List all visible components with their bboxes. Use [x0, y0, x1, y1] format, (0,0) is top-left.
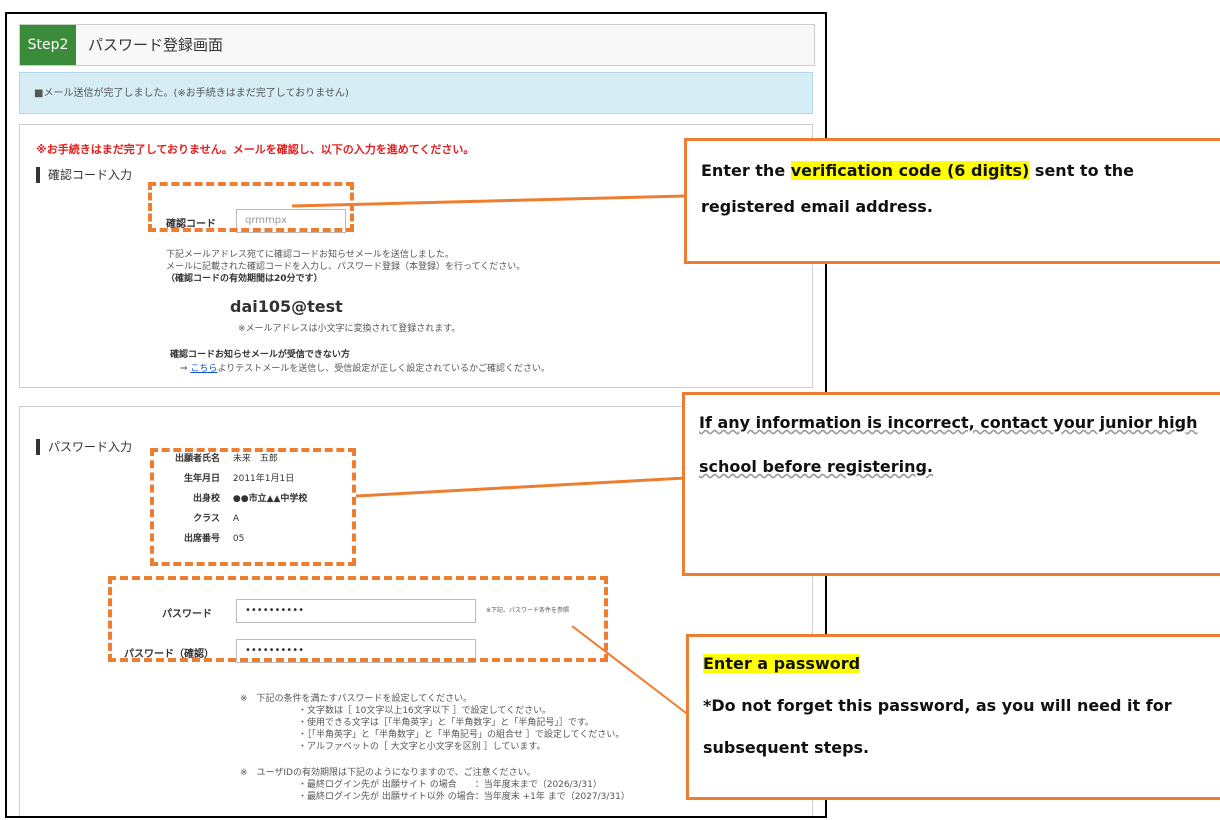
help-title: 確認コードお知らせメールが受信できない方 [170, 350, 350, 360]
incomplete-warning: ※お手続きはまだ完了しておりません。メールを確認し、以下の入力を進めてください。 [36, 143, 475, 156]
password-condition: ・アルファベットの［ 大文字と小文字を区別 ］しています。 [298, 742, 546, 752]
password-conditions-intro: ※ 下記の条件を満たすパスワードを設定してください。 [240, 694, 473, 704]
verification-section-title: 確認コード入力 [36, 167, 132, 183]
password-section-title: パスワード入力 [36, 439, 132, 455]
mail-sent-notice: ■メール送信が完了しました。(※お手続きはまだ完了しておりません) [19, 72, 813, 114]
callout-text: Enter the [701, 161, 791, 180]
callout-text: *Do not forget this password, as you wil… [703, 696, 1172, 757]
step-badge: Step2 [20, 25, 76, 65]
expiry-intro: ※ ユーザIDの有効期限は下記のようになりますので、ご注意ください。 [240, 768, 536, 778]
password-condition: ・文字数は［ 10文字以上16文字以下 ］で設定してください。 [298, 706, 552, 716]
help-arrow: ⇒ [180, 364, 188, 374]
password-condition: ・［「半角英字」と「半角数字」と「半角記号」の組合せ ］で設定してください。 [298, 730, 625, 740]
help-line: ⇒ こちらよりテストメールを送信し、受信設定が正しく設定されているかご確認くださ… [180, 363, 550, 375]
code-desc-2: メールに記載された確認コードを入力し、パスワード登録（本登録）を行ってください。 [166, 262, 526, 272]
callout-highlight: Enter a password [703, 654, 861, 673]
info-highlight-box [150, 448, 356, 566]
callout-text: If any information is incorrect, contact… [699, 413, 1198, 476]
registered-email: dai105@test [230, 297, 343, 316]
step-header: Step2 パスワード登録画面 [19, 24, 815, 66]
code-validity: （確認コードの有効期間は20分です） [166, 274, 323, 284]
code-highlight-box [148, 182, 354, 232]
page-title: パスワード登録画面 [88, 36, 224, 54]
test-mail-link[interactable]: こちら [190, 364, 217, 374]
callout-highlight: verification code (6 digits) [790, 161, 1030, 180]
callout-verification: Enter the verification code (6 digits) s… [684, 138, 1220, 264]
callout-password: Enter a password *Do not forget this pas… [686, 634, 1220, 800]
password-condition: ・使用できる文字は［「半角英字」と「半角数字」と「半角記号」］です。 [298, 718, 594, 728]
expiry-item: ・最終ログイン先が 出願サイト以外 の場合：当年度末 +1年 まで（2027/3… [298, 792, 630, 802]
password-highlight-box [108, 576, 608, 662]
code-desc-1: 下記メールアドレス宛てに確認コードお知らせメールを送信しました。 [166, 250, 454, 260]
expiry-item: ・最終ログイン先が 出願サイト の場合 ：当年度末まで（2026/3/31） [298, 780, 602, 790]
callout-info: If any information is incorrect, contact… [682, 392, 1220, 576]
help-rest: よりテストメールを送信し、受信設定が正しく設定されているかご確認ください。 [217, 364, 550, 374]
email-note: ※メールアドレスは小文字に変換されて登録されます。 [238, 324, 461, 334]
